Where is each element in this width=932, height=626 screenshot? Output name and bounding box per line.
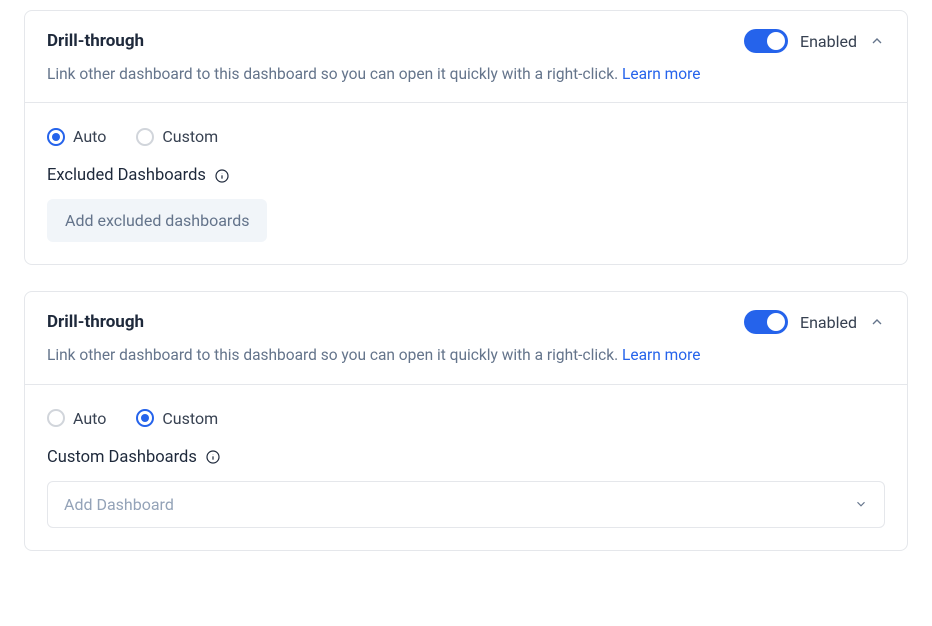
section-label-row: Custom Dashboards — [47, 448, 885, 467]
drill-through-card-custom: Drill-through Enabled Link other dashboa… — [24, 291, 908, 550]
radio-option-auto[interactable]: Auto — [47, 409, 106, 428]
section-label-row: Excluded Dashboards — [47, 166, 885, 185]
card-header: Drill-through Enabled Link other dashboa… — [25, 11, 907, 103]
collapse-chevron[interactable] — [869, 314, 885, 330]
radio-label-custom: Custom — [162, 409, 218, 428]
toggle-label: Enabled — [800, 313, 857, 332]
header-row: Drill-through Enabled — [47, 310, 885, 334]
header-row: Drill-through Enabled — [47, 29, 885, 53]
collapse-chevron[interactable] — [869, 33, 885, 49]
info-icon — [214, 168, 230, 184]
mode-radio-group: Auto Custom — [47, 409, 885, 428]
toggle-knob — [767, 313, 785, 331]
add-excluded-dashboards-button[interactable]: Add excluded dashboards — [47, 199, 267, 242]
add-dashboard-select[interactable]: Add Dashboard — [47, 481, 885, 528]
toggle-label: Enabled — [800, 32, 857, 51]
chevron-up-icon — [869, 33, 885, 49]
custom-dashboards-label: Custom Dashboards — [47, 448, 197, 467]
radio-dot-icon — [52, 133, 60, 141]
info-tooltip-trigger[interactable] — [205, 449, 221, 465]
info-tooltip-trigger[interactable] — [214, 168, 230, 184]
mode-radio-group: Auto Custom — [47, 127, 885, 146]
card-description: Link other dashboard to this dashboard s… — [47, 344, 885, 367]
radio-circle — [136, 409, 154, 427]
card-body: Auto Custom Custom Dashboards Add Dashbo… — [25, 385, 907, 550]
chevron-up-icon — [869, 314, 885, 330]
card-title: Drill-through — [47, 31, 144, 51]
radio-option-custom[interactable]: Custom — [136, 409, 218, 428]
radio-dot-icon — [141, 414, 149, 422]
radio-circle — [47, 409, 65, 427]
card-header: Drill-through Enabled Link other dashboa… — [25, 292, 907, 384]
radio-option-auto[interactable]: Auto — [47, 127, 106, 146]
header-controls: Enabled — [744, 310, 885, 334]
chevron-down-icon — [854, 497, 868, 511]
radio-circle — [136, 128, 154, 146]
card-description: Link other dashboard to this dashboard s… — [47, 63, 885, 86]
excluded-dashboards-label: Excluded Dashboards — [47, 166, 206, 185]
description-text: Link other dashboard to this dashboard s… — [47, 346, 622, 364]
learn-more-link[interactable]: Learn more — [622, 346, 700, 364]
description-text: Link other dashboard to this dashboard s… — [47, 65, 622, 83]
select-placeholder: Add Dashboard — [64, 495, 174, 514]
enabled-toggle[interactable] — [744, 310, 788, 334]
radio-label-auto: Auto — [73, 127, 106, 146]
radio-circle — [47, 128, 65, 146]
learn-more-link[interactable]: Learn more — [622, 65, 700, 83]
radio-label-custom: Custom — [162, 127, 218, 146]
info-icon — [205, 449, 221, 465]
card-body: Auto Custom Excluded Dashboards Add excl… — [25, 103, 907, 264]
drill-through-card-auto: Drill-through Enabled Link other dashboa… — [24, 10, 908, 265]
header-controls: Enabled — [744, 29, 885, 53]
card-title: Drill-through — [47, 312, 144, 332]
radio-label-auto: Auto — [73, 409, 106, 428]
radio-option-custom[interactable]: Custom — [136, 127, 218, 146]
enabled-toggle[interactable] — [744, 29, 788, 53]
toggle-knob — [767, 32, 785, 50]
